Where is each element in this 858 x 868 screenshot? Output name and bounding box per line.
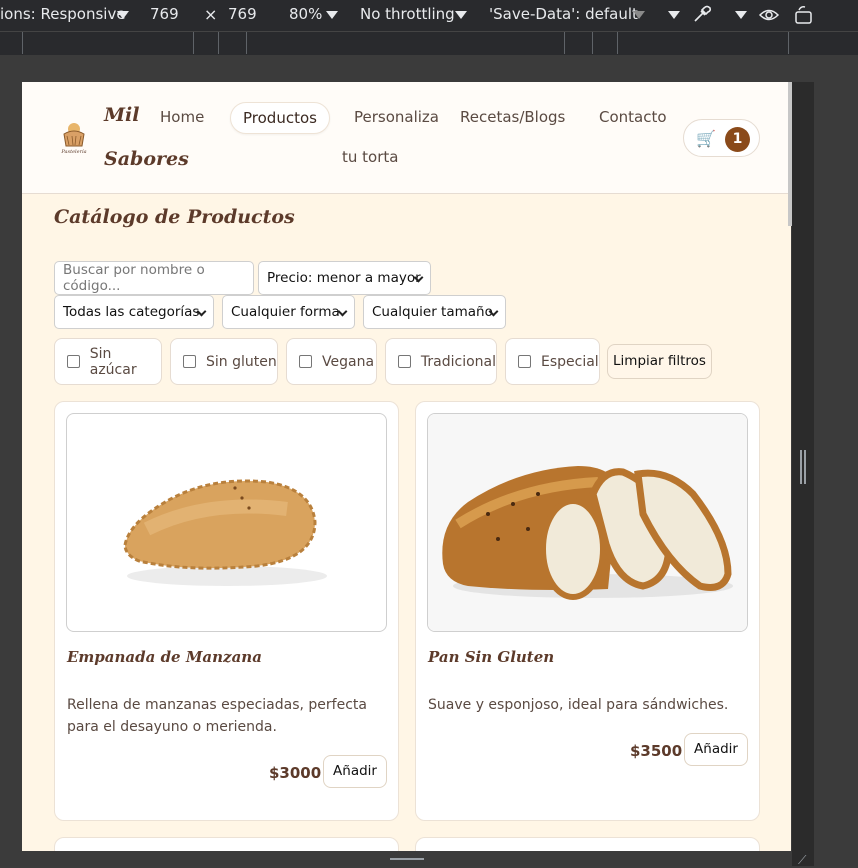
checkbox[interactable] bbox=[183, 355, 196, 368]
save-data-dropdown-icon[interactable] bbox=[633, 11, 645, 19]
checkbox[interactable] bbox=[518, 355, 531, 368]
product-price: $3500 bbox=[630, 742, 683, 760]
checkbox[interactable] bbox=[299, 355, 312, 368]
filter-sin-azucar[interactable]: Sin azúcar bbox=[54, 338, 162, 385]
dimensions-dropdown-icon[interactable] bbox=[117, 11, 129, 19]
filter-vegana[interactable]: Vegana bbox=[286, 338, 377, 385]
brand-name-line1[interactable]: Mil bbox=[104, 104, 139, 126]
media-query-ruler bbox=[0, 31, 858, 55]
size-select-value: Cualquier tamaño bbox=[372, 304, 493, 320]
checkbox[interactable] bbox=[67, 355, 80, 368]
throttling-select[interactable]: No throttling bbox=[360, 5, 455, 23]
nav-personaliza[interactable]: Personaliza bbox=[354, 108, 439, 126]
cart-button[interactable]: 🛒 1 bbox=[683, 119, 760, 157]
filter-sin-gluten[interactable]: Sin gluten bbox=[170, 338, 278, 385]
emulated-page: Pastelería Mil Sabores Home Productos Pe… bbox=[22, 82, 791, 851]
nav-recetas[interactable]: Recetas/Blogs bbox=[460, 108, 565, 126]
product-card: Pan Sin Gluten Suave y esponjoso, ideal … bbox=[415, 401, 760, 821]
devtools-device-toolbar: ions: Responsive 769 × 769 80% No thrott… bbox=[0, 0, 858, 31]
product-description: Rellena de manzanas especiadas, perfecta… bbox=[67, 697, 367, 735]
cart-count-badge: 1 bbox=[725, 127, 750, 152]
nav-productos[interactable]: Productos bbox=[230, 102, 330, 134]
checkbox[interactable] bbox=[398, 355, 411, 368]
right-resize-handle[interactable] bbox=[800, 450, 806, 484]
filter-label: Sin gluten bbox=[206, 353, 277, 370]
sort-select-value: Precio: menor a mayor bbox=[267, 270, 421, 286]
filter-label: Tradicional bbox=[420, 353, 496, 370]
throttling-dropdown-icon[interactable] bbox=[455, 11, 467, 19]
nav-contacto[interactable]: Contacto bbox=[599, 108, 667, 126]
rotate-icon[interactable] bbox=[793, 4, 815, 26]
save-data-select[interactable]: 'Save-Data': default bbox=[489, 5, 638, 23]
site-header: Pastelería Mil Sabores Home Productos Pe… bbox=[22, 82, 791, 194]
bottom-resize-handle[interactable] bbox=[390, 858, 424, 860]
height-input[interactable]: 769 bbox=[228, 5, 257, 23]
times-icon: × bbox=[204, 5, 218, 24]
clear-filters-button[interactable]: Limpiar filtros bbox=[607, 344, 712, 379]
product-name: Empanada de Manzana bbox=[67, 648, 262, 666]
catalog-title: Catálogo de Productos bbox=[54, 206, 295, 228]
category-select[interactable]: Todas las categorías bbox=[54, 295, 214, 329]
product-name: Pan Sin Gluten bbox=[428, 648, 555, 666]
page-scrollbar[interactable] bbox=[788, 82, 792, 226]
nav-home[interactable]: Home bbox=[160, 108, 204, 126]
filter-label: Especial bbox=[541, 353, 599, 370]
product-card: Empanada de Manzana Rellena de manzanas … bbox=[54, 401, 399, 821]
filter-label: Sin azúcar bbox=[89, 345, 137, 378]
shape-select-value: Cualquier forma bbox=[231, 304, 340, 320]
product-description: Suave y esponjoso, ideal para sándwiches… bbox=[428, 697, 729, 713]
product-image bbox=[66, 413, 387, 632]
dimensions-select[interactable]: ions: Responsive bbox=[0, 5, 126, 23]
shape-select[interactable]: Cualquier forma bbox=[222, 295, 355, 329]
more-dropdown-icon[interactable] bbox=[668, 11, 680, 19]
svg-text:Pastelería: Pastelería bbox=[60, 148, 86, 155]
filter-tradicional[interactable]: Tradicional bbox=[385, 338, 497, 385]
add-to-cart-button[interactable]: Añadir bbox=[684, 733, 748, 766]
eyedropper-icon[interactable] bbox=[691, 3, 713, 25]
filter-especial[interactable]: Especial bbox=[505, 338, 600, 385]
filter-label: Vegana bbox=[322, 353, 375, 370]
product-card bbox=[54, 837, 399, 851]
product-image bbox=[427, 413, 748, 632]
product-card bbox=[415, 837, 760, 851]
product-price: $3000 bbox=[269, 764, 322, 782]
add-to-cart-button[interactable]: Añadir bbox=[323, 755, 387, 788]
brand-name-line2[interactable]: Sabores bbox=[104, 148, 189, 170]
eye-icon[interactable] bbox=[758, 5, 780, 25]
width-input[interactable]: 769 bbox=[150, 5, 179, 23]
search-input[interactable]: Buscar por nombre o código... bbox=[54, 261, 254, 295]
bakery-logo-icon[interactable]: Pastelería bbox=[58, 122, 90, 156]
settings-dropdown-icon[interactable] bbox=[735, 11, 747, 19]
zoom-select[interactable]: 80% bbox=[289, 5, 322, 23]
category-select-value: Todas las categorías bbox=[63, 304, 200, 320]
cart-icon: 🛒 bbox=[696, 129, 716, 148]
sort-select[interactable]: Precio: menor a mayor bbox=[258, 261, 431, 295]
zoom-dropdown-icon[interactable] bbox=[326, 11, 338, 19]
nav-personaliza-line2[interactable]: tu torta bbox=[342, 148, 398, 166]
size-select[interactable]: Cualquier tamaño bbox=[363, 295, 506, 329]
